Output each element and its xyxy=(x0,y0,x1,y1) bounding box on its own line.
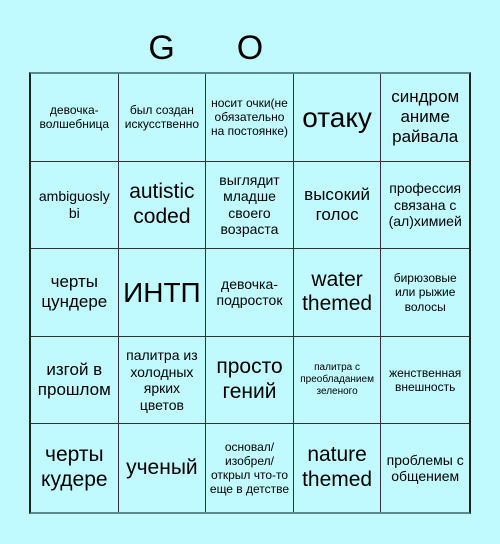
bingo-cell[interactable]: черты цундере xyxy=(31,249,119,337)
bingo-cell-text: девочка-волшебница xyxy=(39,103,110,132)
bingo-cell[interactable]: nature themed xyxy=(294,424,382,512)
bingo-cell-text: девочка-подросток xyxy=(216,275,283,309)
bingo-header: G O xyxy=(29,24,471,72)
bingo-cell[interactable]: изгой в прошлом xyxy=(31,336,119,425)
bingo-cell-text: палитра из холодных ярких цветов xyxy=(126,347,198,413)
bingo-cell[interactable]: water themed xyxy=(293,249,382,337)
bingo-cell-text: отаку xyxy=(302,101,372,133)
bingo-cell-text: ambiguosly bi xyxy=(38,188,110,221)
bingo-cell[interactable]: девочка-подросток xyxy=(206,249,294,337)
bingo-cell-text: water themed xyxy=(302,267,373,316)
bingo-cell[interactable]: проблемы с общением xyxy=(381,424,469,512)
bingo-cell-text: проблемы с общением xyxy=(386,451,464,485)
bingo-cell[interactable]: autistic coded xyxy=(118,161,207,250)
bingo-cell-text: autistic coded xyxy=(129,180,195,228)
header-letter-5 xyxy=(383,24,471,72)
bingo-cell[interactable]: выглядит младше своего возраста xyxy=(206,161,294,250)
bingo-cell[interactable]: черты кудере xyxy=(31,424,119,512)
bingo-cell[interactable]: женственная внешность xyxy=(381,337,469,425)
bingo-cell[interactable]: синдром аниме райвала xyxy=(381,74,469,162)
bingo-cell-text: был создан искусственно xyxy=(124,103,200,132)
bingo-cell-text: ученый xyxy=(126,455,198,479)
bingo-cell-text: носит очки(не обязательно на постоянке) xyxy=(210,96,288,139)
header-letter-2: G xyxy=(148,29,175,67)
header-letter-3: O xyxy=(236,29,264,67)
bingo-cell[interactable]: основал/ изобрел/ открыл что-то еще в де… xyxy=(206,424,294,512)
bingo-cell-text: черты кудере xyxy=(41,443,108,492)
bingo-cell-text: высокий голос xyxy=(304,184,370,224)
bingo-cell-text: nature themed xyxy=(302,443,373,492)
bingo-cell-text: черты цундере xyxy=(41,272,108,312)
bingo-cell[interactable]: бирюзовые или рыжие волосы xyxy=(381,249,469,337)
bingo-cell[interactable]: был создан искусственно xyxy=(118,74,207,162)
header-letter-1 xyxy=(29,24,117,72)
bingo-cell[interactable]: палитра с преобладанием зеленого xyxy=(293,336,382,425)
bingo-cell-text: просто гений xyxy=(216,355,283,404)
bingo-cell[interactable]: палитра из холодных ярких цветов xyxy=(118,336,207,425)
bingo-board: девочка-волшебница был создан искусственн… xyxy=(29,72,471,514)
bingo-cell[interactable]: профессия связана с (ал)химией xyxy=(381,162,469,250)
bingo-cell-text: синдром аниме райвала xyxy=(391,87,460,147)
bingo-cell[interactable]: ученый xyxy=(119,424,207,512)
bingo-cell-text: выглядит младше своего возраста xyxy=(219,171,280,238)
bingo-cell[interactable]: ИНТП xyxy=(118,249,207,337)
header-letter-4 xyxy=(294,24,382,72)
bingo-cell-text: изгой в прошлом xyxy=(37,360,111,400)
bingo-cell-text: бирюзовые или рыжие волосы xyxy=(393,271,457,314)
bingo-cell-text: палитра с преобладанием зеленого xyxy=(300,362,374,397)
bingo-cell[interactable]: отаку xyxy=(293,74,382,162)
bingo-cell[interactable]: просто гений xyxy=(206,336,294,425)
bingo-cell[interactable]: девочка-волшебница xyxy=(31,74,119,162)
bingo-cell-text: профессия связана с (ал)химией xyxy=(388,180,462,230)
bingo-cell-text: женственная внешность xyxy=(389,365,462,395)
bingo-cell-text: основал/ изобрел/ открыл что-то еще в де… xyxy=(209,439,290,497)
bingo-cell-text: ИНТП xyxy=(123,276,201,308)
bingo-cell[interactable]: носит очки(не обязательно на постоянке) xyxy=(206,74,294,162)
bingo-cell[interactable]: ambiguosly bi xyxy=(31,161,119,250)
bingo-cell[interactable]: высокий голос xyxy=(293,161,382,250)
